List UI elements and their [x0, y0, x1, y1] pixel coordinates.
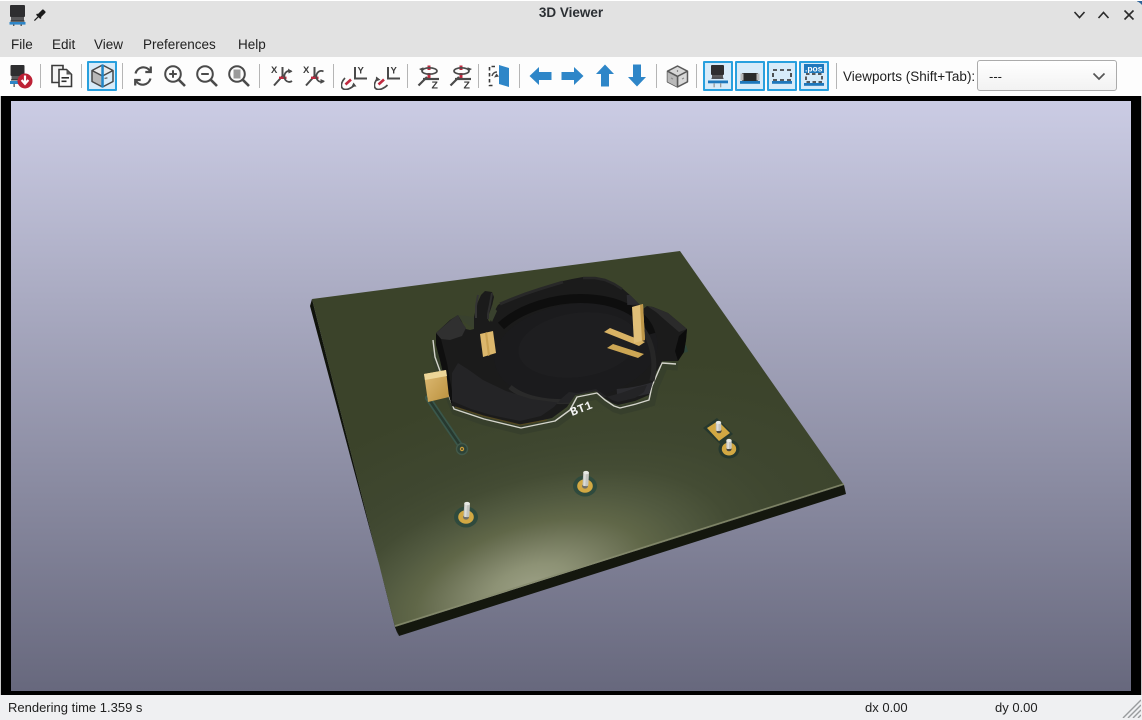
svg-text:Y: Y	[358, 66, 365, 77]
svg-text:Z: Z	[464, 80, 471, 91]
svg-text:Z: Z	[432, 80, 439, 91]
svg-text:X: X	[271, 65, 278, 76]
svg-text:.pos: .pos	[805, 64, 823, 74]
svg-text:X: X	[303, 65, 310, 76]
svg-text:Y: Y	[391, 66, 398, 77]
